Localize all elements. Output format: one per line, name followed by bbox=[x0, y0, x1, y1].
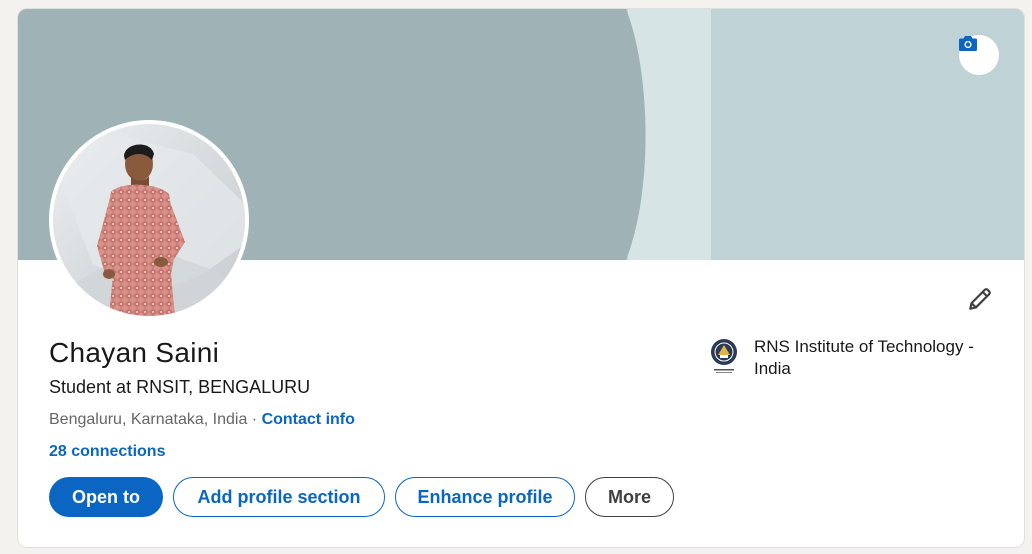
camera-icon bbox=[959, 36, 977, 51]
avatar bbox=[53, 124, 245, 316]
location-line: Bengaluru, Karnataka, India · Contact in… bbox=[49, 411, 355, 429]
enhance-profile-button[interactable]: Enhance profile bbox=[395, 477, 575, 517]
profile-headline: Student at RNSIT, BENGALURU bbox=[49, 377, 311, 397]
separator: · bbox=[247, 411, 262, 428]
school-name: RNS Institute of Technology - India bbox=[754, 337, 974, 378]
pencil-icon bbox=[969, 288, 991, 310]
open-to-button[interactable]: Open to bbox=[49, 477, 163, 517]
more-button[interactable]: More bbox=[585, 477, 674, 517]
connections-link[interactable]: 28 connections bbox=[49, 443, 165, 461]
contact-info-link[interactable]: Contact info bbox=[262, 411, 355, 428]
edit-cover-button[interactable] bbox=[959, 35, 999, 75]
profile-card: Chayan Saini Student at RNSIT, BENGALURU… bbox=[18, 9, 1024, 547]
school-logo-icon bbox=[706, 336, 742, 376]
profile-name: Chayan Saini bbox=[49, 337, 220, 368]
profile-location: Bengaluru, Karnataka, India bbox=[49, 411, 248, 428]
edit-intro-button[interactable] bbox=[962, 281, 998, 317]
add-profile-section-button[interactable]: Add profile section bbox=[173, 477, 385, 517]
profile-person-image bbox=[53, 134, 245, 316]
education-item[interactable]: RNS Institute of Technology - India bbox=[706, 336, 1004, 380]
profile-photo[interactable] bbox=[49, 120, 249, 320]
